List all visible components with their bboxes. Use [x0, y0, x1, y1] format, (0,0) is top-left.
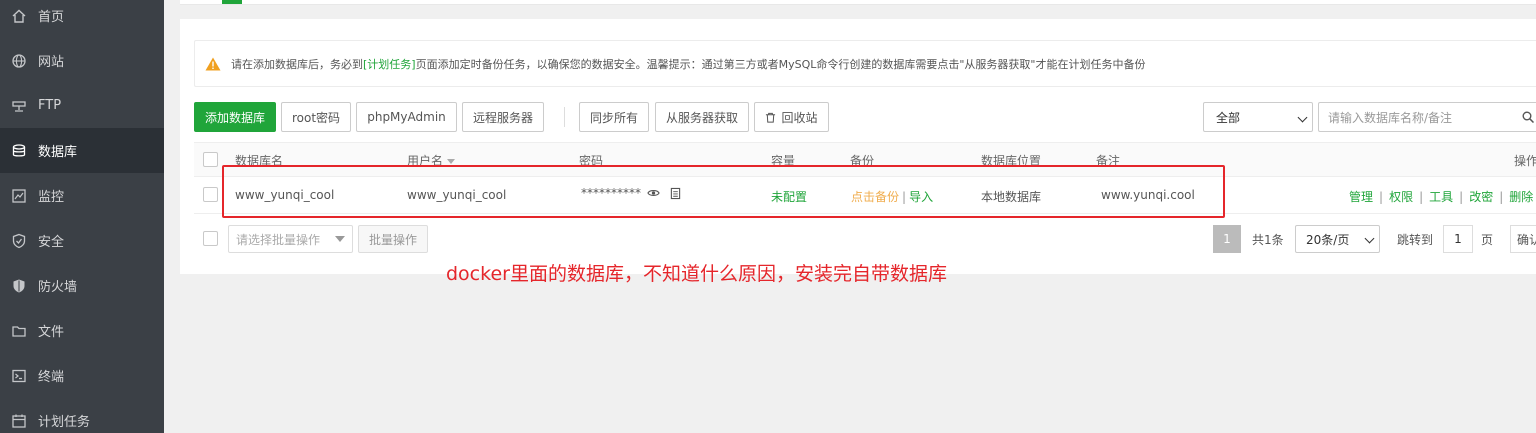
goto-page-input[interactable]: 1	[1443, 225, 1473, 253]
sidebar-item-label: 监控	[38, 190, 65, 205]
batch-operation-button[interactable]: 批量操作	[358, 225, 428, 253]
separator: |	[1379, 190, 1384, 204]
goto-label: 跳转到	[1397, 232, 1434, 247]
sidebar-item-label: 数据库	[38, 145, 78, 160]
database-icon	[0, 143, 38, 159]
batch-operation-select[interactable]: 请选择批量操作	[228, 225, 353, 253]
sidebar: 首页 网站 FTP 数据库 监控 安全 防火墙 文件 终端 计划任务	[0, 0, 164, 433]
notice-prefix: 请在添加数据库后，务必到	[231, 57, 363, 71]
sort-caret-icon	[447, 159, 456, 164]
tools-link[interactable]: 工具	[1429, 190, 1453, 204]
separator: |	[1419, 190, 1424, 204]
toolbar-divider	[564, 107, 565, 127]
row-checkbox[interactable]	[203, 187, 218, 202]
sidebar-item-label: 计划任务	[38, 415, 91, 430]
search-placeholder: 请输入数据库名称/备注	[1328, 110, 1453, 125]
root-password-button[interactable]: root密码	[281, 102, 351, 132]
sidebar-item-ftp[interactable]: FTP	[0, 83, 164, 128]
notice-suffix: 页面添加定时备份任务，以确保您的数据安全。温馨提示：通过第三方或者MySQL命令…	[415, 57, 1146, 71]
trash-icon	[766, 112, 776, 123]
sync-all-button[interactable]: 同步所有	[579, 102, 649, 132]
total-count: 共1条	[1252, 232, 1284, 247]
sidebar-item-label: 终端	[38, 370, 65, 385]
page-size-select[interactable]: 20条/页	[1295, 225, 1380, 253]
sidebar-item-label: FTP	[38, 98, 62, 113]
page-unit: 页	[1481, 232, 1494, 247]
active-tab-indicator	[222, 0, 242, 4]
add-database-button[interactable]: 添加数据库	[194, 102, 276, 132]
type-filter-select[interactable]: 全部	[1203, 102, 1313, 132]
notice-cron-link[interactable]: [计划任务]	[363, 56, 416, 72]
permission-link[interactable]: 权限	[1389, 190, 1413, 204]
calendar-icon	[0, 413, 38, 429]
current-page[interactable]: 1	[1213, 225, 1241, 253]
warning-icon	[205, 57, 221, 70]
annotation-text: docker里面的数据库，不知道什么原因，安装完自带数据库	[446, 263, 947, 285]
footer-select-all-checkbox[interactable]	[203, 231, 218, 246]
select-all-checkbox[interactable]	[203, 152, 218, 167]
sidebar-item-label: 防火墙	[38, 280, 78, 295]
caret-down-icon	[335, 236, 345, 242]
sidebar-item-firewall[interactable]: 防火墙	[0, 263, 164, 308]
sidebar-item-security[interactable]: 安全	[0, 218, 164, 263]
delete-link[interactable]: 删除	[1509, 190, 1533, 204]
chevron-down-icon	[1297, 112, 1308, 123]
globe-icon	[0, 53, 38, 69]
firewall-shield-icon	[0, 278, 38, 294]
row-actions: 管理 | 权限 | 工具 | 改密 | 删除	[1349, 188, 1533, 205]
fetch-from-server-button[interactable]: 从服务器获取	[655, 102, 749, 132]
batch-placeholder: 请选择批量操作	[236, 232, 321, 247]
page-size-value: 20条/页	[1306, 232, 1350, 247]
sidebar-item-files[interactable]: 文件	[0, 308, 164, 353]
sidebar-item-monitor[interactable]: 监控	[0, 173, 164, 218]
phpmyadmin-button[interactable]: phpMyAdmin	[356, 102, 457, 132]
recycle-bin-label: 回收站	[781, 110, 818, 125]
type-filter-value: 全部	[1216, 110, 1241, 125]
sidebar-item-label: 文件	[38, 325, 65, 340]
home-icon	[0, 8, 38, 24]
ftp-icon	[0, 98, 38, 114]
search-icon[interactable]	[1522, 111, 1534, 123]
sidebar-item-terminal[interactable]: 终端	[0, 353, 164, 398]
annotation-highlight-box	[222, 165, 1225, 218]
search-input[interactable]: 请输入数据库名称/备注	[1318, 102, 1536, 132]
notice-banner: 请在添加数据库后，务必到 [计划任务] 页面添加定时备份任务，以确保您的数据安全…	[194, 40, 1536, 87]
goto-confirm-button[interactable]: 确认	[1510, 225, 1536, 253]
sidebar-item-label: 安全	[38, 235, 65, 250]
sidebar-item-cron[interactable]: 计划任务	[0, 398, 164, 433]
recycle-bin-button[interactable]: 回收站	[754, 102, 829, 132]
remote-server-button[interactable]: 远程服务器	[462, 102, 544, 132]
manage-link[interactable]: 管理	[1349, 190, 1373, 204]
sidebar-item-database[interactable]: 数据库	[0, 128, 164, 173]
folder-icon	[0, 323, 38, 339]
sidebar-item-label: 网站	[38, 55, 65, 70]
shield-check-icon	[0, 233, 38, 249]
separator: |	[1459, 190, 1464, 204]
sidebar-item-label: 首页	[38, 10, 65, 25]
monitor-icon	[0, 188, 38, 204]
col-actions: 操作	[1514, 154, 1536, 168]
sidebar-item-website[interactable]: 网站	[0, 38, 164, 83]
separator: |	[1499, 190, 1504, 204]
change-password-link[interactable]: 改密	[1469, 190, 1493, 204]
top-tab-strip	[180, 0, 1536, 5]
terminal-icon	[0, 368, 38, 384]
sidebar-item-home[interactable]: 首页	[0, 0, 164, 38]
chevron-down-icon	[1364, 233, 1375, 244]
